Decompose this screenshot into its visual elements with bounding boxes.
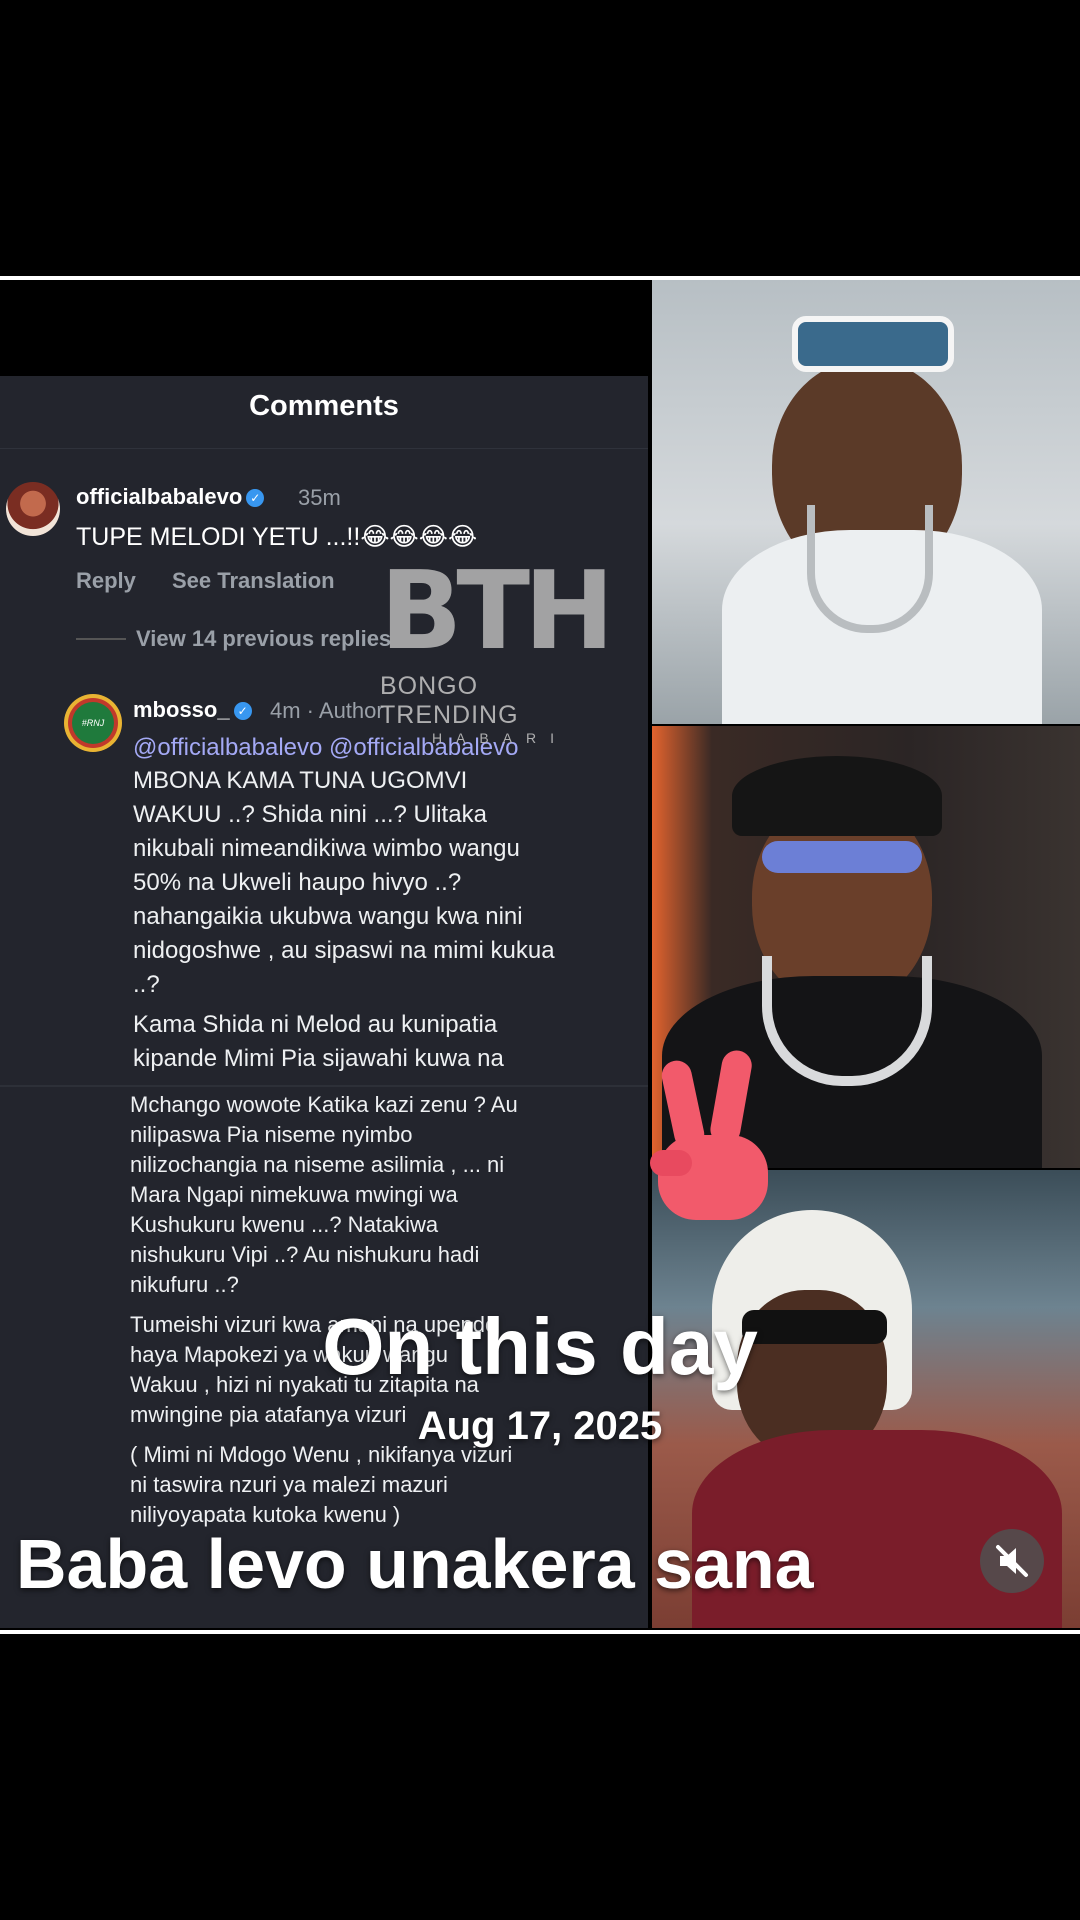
on-this-day-title: On this day bbox=[322, 1302, 758, 1391]
speaker-muted-icon bbox=[996, 1545, 1028, 1577]
watermark-line1: BONGO TRENDING bbox=[380, 672, 519, 729]
photo-top bbox=[652, 280, 1080, 724]
comment2-body-1: MBONA KAMA TUNA UGOMVI WAKUU ..? Shida n… bbox=[133, 767, 555, 998]
comment1-username[interactable]: officialbabalevo ✓ bbox=[76, 484, 268, 510]
screenshot-seam bbox=[0, 1085, 648, 1087]
bottom-divider bbox=[0, 1630, 1080, 1634]
bth-watermark: BTH BONGO TRENDING HABARI bbox=[380, 549, 620, 747]
mute-button[interactable] bbox=[980, 1529, 1044, 1593]
watermark-logo: BTH bbox=[380, 549, 614, 674]
comment2-body-2: Kama Shida ni Melod au kunipatia kipande… bbox=[133, 1011, 504, 1072]
replies-thread-line bbox=[76, 638, 126, 640]
comment2-body-3: Mchango wowote Katika kazi zenu ? Au nil… bbox=[130, 1092, 518, 1297]
reply-button[interactable]: Reply bbox=[76, 568, 136, 594]
comment2-meta: 4m · Author bbox=[270, 698, 384, 723]
victory-hand-icon bbox=[650, 1050, 768, 1220]
avatar-mbosso[interactable]: #RNJ bbox=[64, 694, 122, 752]
video-caption: Baba levo unakera sana bbox=[16, 1525, 814, 1603]
watermark-line2: HABARI bbox=[431, 730, 569, 746]
verified-badge-icon: ✓ bbox=[246, 489, 265, 508]
view-previous-replies-button[interactable]: View 14 previous replies bbox=[136, 626, 391, 652]
comment1-username-text: officialbabalevo bbox=[76, 484, 243, 509]
header-divider bbox=[0, 448, 648, 449]
see-translation-button[interactable]: See Translation bbox=[172, 568, 335, 594]
laughing-emoji-icon: 😂😂😂😂 bbox=[360, 523, 478, 551]
comment2-body-5: ( Mimi ni Mdogo Wenu , nikifanya vizuri … bbox=[130, 1442, 513, 1527]
verified-badge-icon: ✓ bbox=[233, 702, 252, 721]
comment2-username-text: mbosso_ bbox=[133, 697, 230, 722]
on-this-day-date: Aug 17, 2025 bbox=[417, 1404, 663, 1448]
avatar-logo-text: #RNJ bbox=[72, 702, 114, 744]
comment2-username[interactable]: mbosso_ ✓ bbox=[133, 697, 256, 723]
comment1-time: 35m bbox=[298, 485, 341, 510]
comments-title: Comments bbox=[249, 390, 399, 422]
comment1-text-body: TUPE MELODI YETU ...!! bbox=[76, 523, 361, 551]
avatar-officialbabalevo[interactable] bbox=[6, 482, 60, 536]
comment1-text: TUPE MELODI YETU ...!!😂😂😂😂 bbox=[76, 522, 477, 552]
